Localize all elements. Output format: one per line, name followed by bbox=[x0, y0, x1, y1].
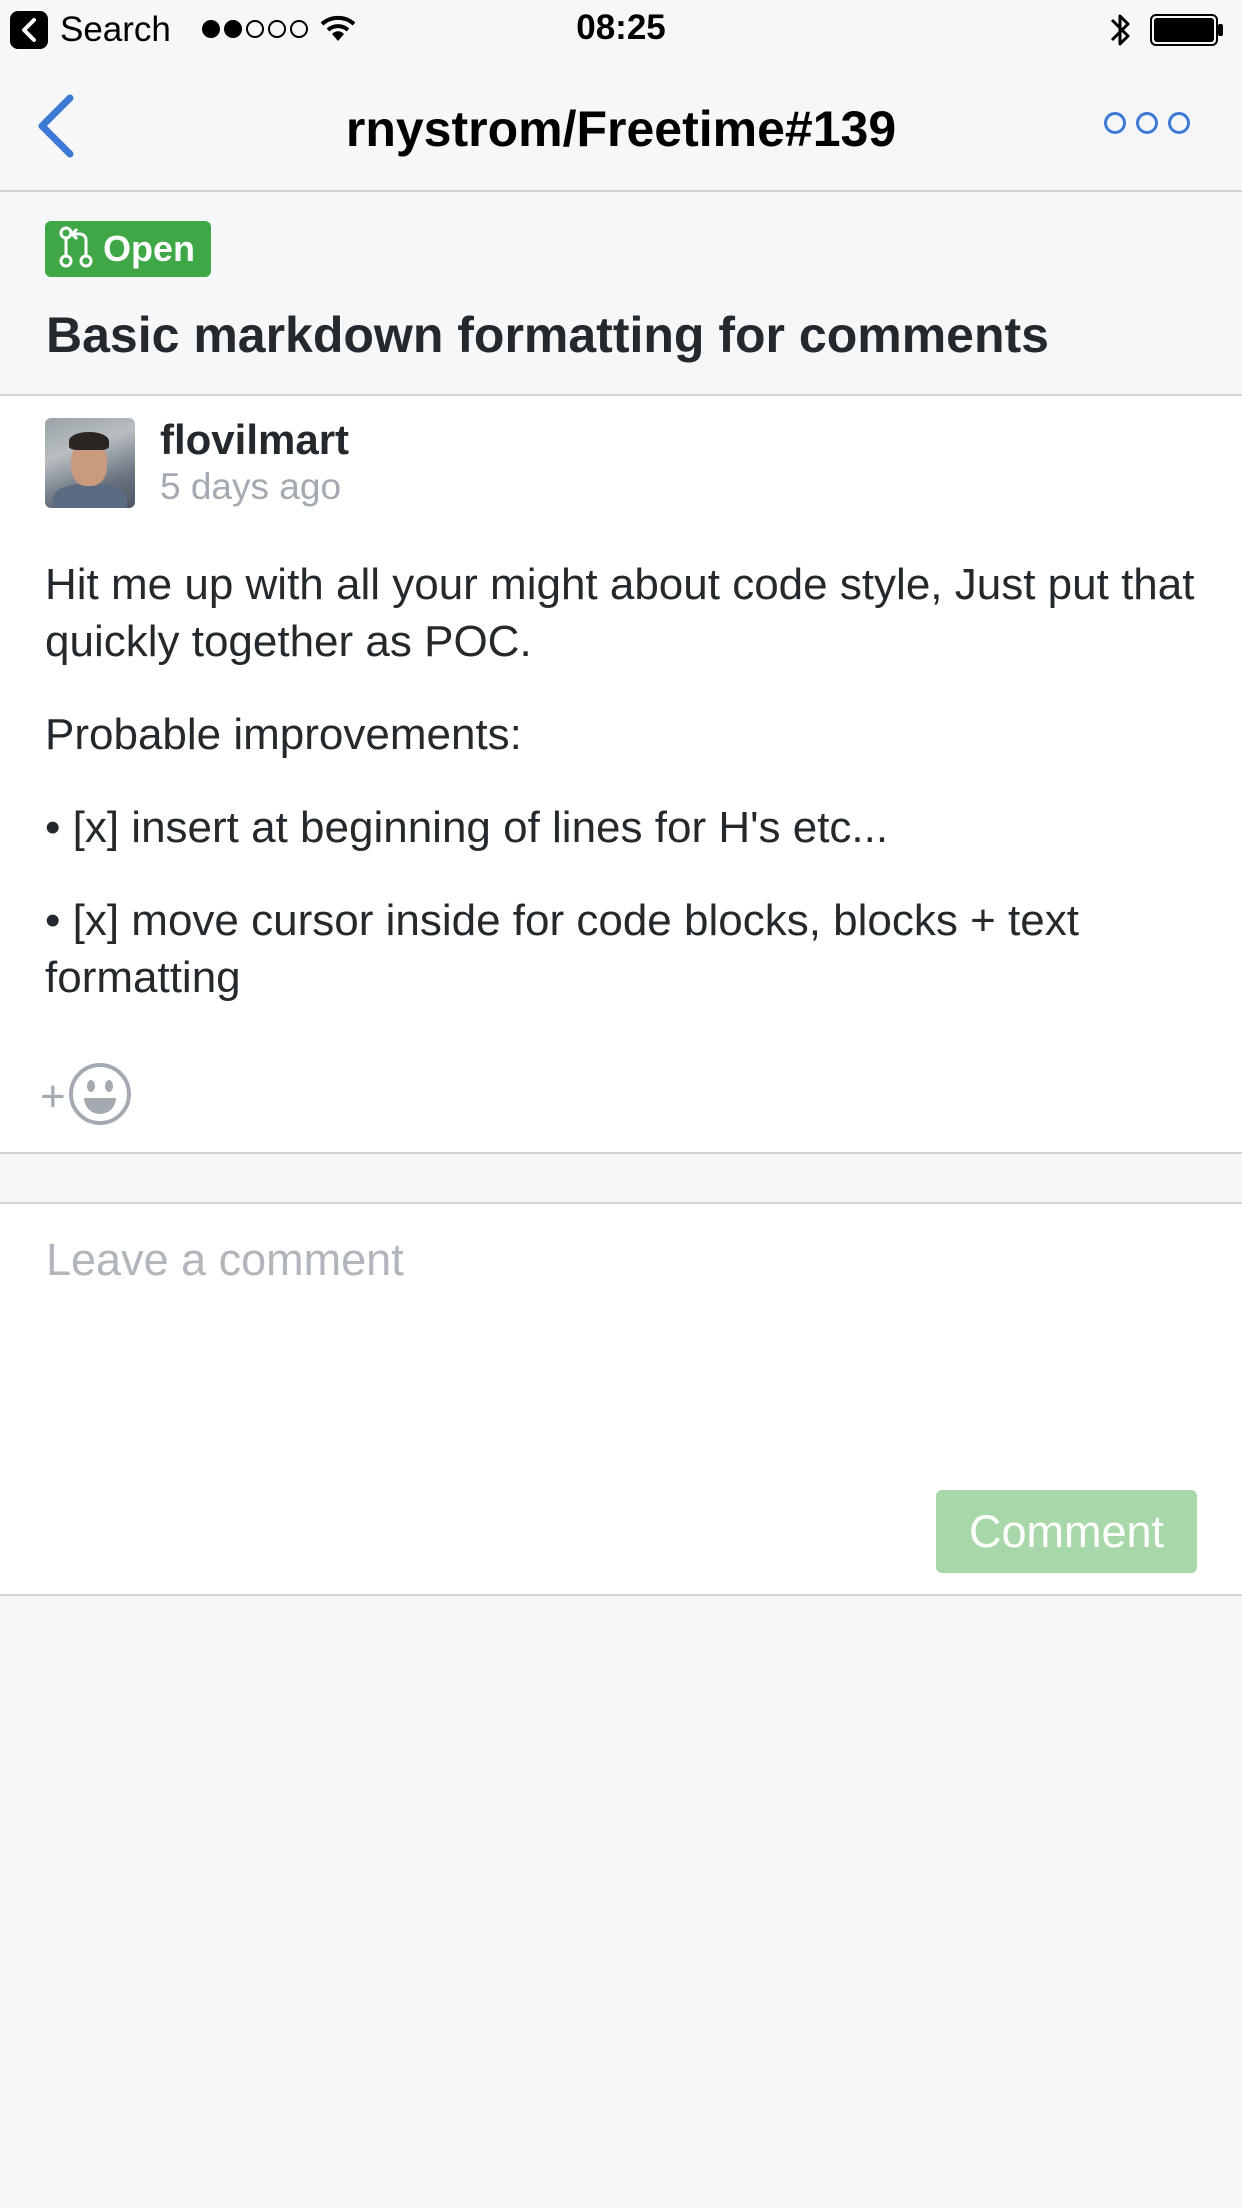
comment-body: Hit me up with all your might about code… bbox=[45, 556, 1205, 1042]
more-options-button[interactable] bbox=[1104, 112, 1190, 134]
issue-header: Open Basic markdown formatting for comme… bbox=[0, 192, 1242, 396]
add-reaction-button[interactable]: + bbox=[40, 1062, 132, 1131]
comment-card: flovilmart 5 days ago Hit me up with all… bbox=[0, 396, 1242, 1154]
status-bar: Search 08:25 bbox=[0, 0, 1242, 60]
navigation-bar: rnystrom/Freetime#139 bbox=[0, 60, 1242, 192]
status-badge-label: Open bbox=[103, 228, 196, 269]
ellipsis-icon bbox=[1104, 112, 1126, 134]
pull-request-icon bbox=[59, 226, 93, 273]
battery-icon bbox=[1150, 14, 1224, 51]
comment-paragraph: Probable improvements: bbox=[45, 710, 522, 759]
issue-title: Basic markdown formatting for comments bbox=[46, 307, 1049, 363]
plus-icon: + bbox=[40, 1071, 66, 1121]
comment-list-item: • [x] move cursor inside for code blocks… bbox=[45, 896, 1079, 1002]
smiley-icon bbox=[68, 1062, 132, 1131]
comment-submit-button[interactable]: Comment bbox=[936, 1490, 1197, 1573]
bluetooth-icon bbox=[1108, 10, 1132, 55]
comment-input[interactable] bbox=[46, 1234, 1196, 1434]
comment-author[interactable]: flovilmart bbox=[160, 416, 349, 464]
avatar[interactable] bbox=[45, 418, 135, 508]
status-time: 08:25 bbox=[576, 8, 666, 47]
comment-paragraph: Hit me up with all your might about code… bbox=[45, 560, 1195, 666]
comment-list-item: • [x] insert at beginning of lines for H… bbox=[45, 803, 889, 852]
comment-timestamp: 5 days ago bbox=[160, 466, 342, 507]
status-badge: Open bbox=[45, 221, 212, 277]
comment-composer: Comment bbox=[0, 1202, 1242, 1596]
page-title: rnystrom/Freetime#139 bbox=[345, 101, 897, 157]
